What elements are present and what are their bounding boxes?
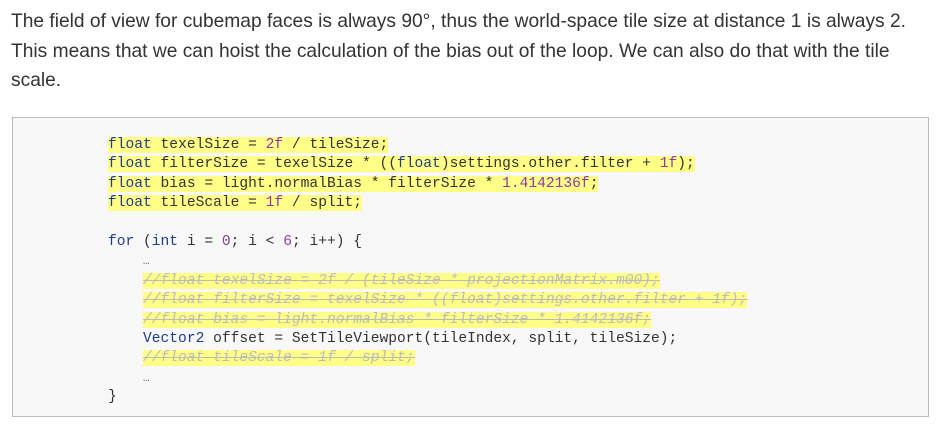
- code-line-texel-size: float texelSize = 2f / tileSize;: [108, 137, 389, 153]
- code-line-removed-texel-size: //float texelSize = 2f / (tileSize * pro…: [143, 272, 660, 289]
- code-line-tile-scale: float tileScale = 1f / split;: [108, 195, 362, 212]
- code-ellipsis-bottom: …: [143, 372, 150, 385]
- code-listing: float texelSize = 2f / tileSize; float fi…: [108, 136, 748, 407]
- code-line-filter-size: float filterSize = texelSize * ((float)s…: [108, 156, 695, 173]
- code-line-removed-tile-scale: //float tileScale = 1f / split;: [143, 350, 415, 367]
- intro-paragraph: The field of view for cubemap faces is a…: [11, 11, 906, 91]
- code-line-removed-bias: //float bias = light.normalBias * filter…: [143, 311, 651, 328]
- code-line-bias: float bias = light.normalBias * filterSi…: [108, 175, 599, 192]
- code-block: float texelSize = 2f / tileSize; float fi…: [12, 117, 929, 417]
- code-line-removed-filter-size: //float filterSize = texelSize * ((float…: [143, 292, 748, 309]
- code-line-closing-brace: }: [108, 389, 117, 406]
- code-ellipsis-top: …: [143, 256, 150, 269]
- code-line-for-loop: for (int i = 0; i < 6; i++) {: [108, 233, 363, 250]
- code-line-offset: Vector2 offset = SetTileViewport(tileInd…: [143, 330, 678, 347]
